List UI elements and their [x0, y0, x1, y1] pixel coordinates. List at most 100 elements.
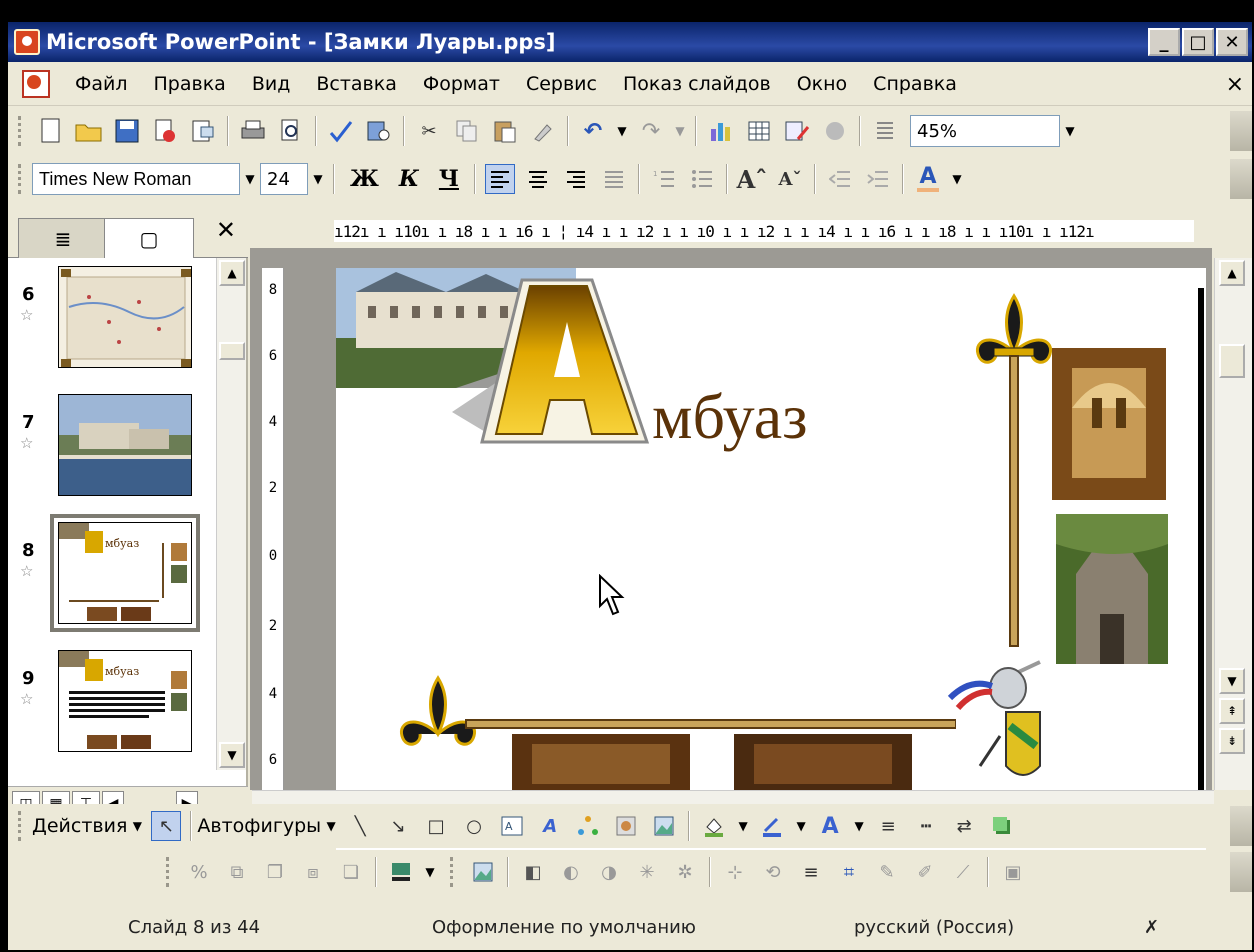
dash-style-icon[interactable]: ┅ [911, 811, 941, 841]
increase-indent-icon[interactable] [863, 164, 893, 194]
tab-outline[interactable]: ≣ [18, 218, 108, 258]
show-formatting-icon[interactable] [870, 116, 900, 146]
slide-thumbnail-item[interactable]: 6 ☆ [8, 266, 212, 386]
scroll-thumb[interactable] [219, 342, 245, 360]
zoom-select[interactable]: 45% [910, 115, 1060, 147]
recolor-icon[interactable]: % [184, 857, 214, 887]
pane-close-button[interactable]: ✕ [216, 216, 236, 244]
menu-window[interactable]: Окно [784, 73, 860, 95]
arrow-icon[interactable]: ↘ [383, 811, 413, 841]
zoom-dropdown-icon[interactable]: ▼ [1060, 124, 1080, 138]
actions-menu[interactable]: Действия [32, 815, 127, 837]
font-color-dropdown-icon[interactable]: ▼ [947, 172, 967, 186]
fill-color-icon[interactable] [699, 811, 729, 841]
wordart-icon[interactable]: A [535, 811, 565, 841]
scroll-down-icon[interactable]: ▼ [219, 742, 245, 768]
menu-file[interactable]: Файл [62, 73, 141, 95]
font-name-select[interactable]: Times New Roman [32, 163, 240, 195]
print-icon[interactable] [238, 116, 268, 146]
scroll-up-icon[interactable]: ▲ [219, 260, 245, 286]
underline-button[interactable]: Ч [429, 166, 469, 192]
insert-chart-icon[interactable] [706, 116, 736, 146]
toolbar-grip[interactable] [18, 116, 24, 146]
autoshapes-menu[interactable]: Автофигуры [197, 815, 321, 837]
toolbar-grip[interactable] [18, 811, 24, 841]
close-button[interactable]: ✕ [1216, 28, 1248, 56]
vertical-ruler[interactable]: 8 6 4 2 0 2 4 6 [262, 268, 284, 790]
permission-icon[interactable] [150, 116, 180, 146]
save-icon[interactable] [112, 116, 142, 146]
print-preview-icon[interactable] [276, 116, 306, 146]
drawing-font-color-icon[interactable]: A [815, 811, 845, 841]
recolor-picture-icon[interactable]: ✎ [872, 857, 902, 887]
decrease-indent-icon[interactable] [825, 164, 855, 194]
tab-slides[interactable]: ▢ [104, 218, 194, 258]
set-transparent-color-icon[interactable]: ⟋ [948, 857, 978, 887]
italic-button[interactable]: К [389, 166, 429, 192]
menu-insert[interactable]: Вставка [303, 73, 410, 95]
slide-thumbnail-item[interactable]: 9 ☆ мбуаз [8, 650, 212, 770]
less-brightness-icon[interactable]: ✲ [670, 857, 700, 887]
shadow-style-icon[interactable] [987, 811, 1017, 841]
drawing-font-color-dropdown-icon[interactable]: ▼ [849, 819, 869, 833]
maximize-button[interactable]: □ [1182, 28, 1214, 56]
align-center-icon[interactable] [523, 164, 553, 194]
slide-thumbnail-item[interactable]: 7 ☆ [8, 394, 212, 514]
more-contrast-icon[interactable]: ◐ [556, 857, 586, 887]
clip-art-icon[interactable] [611, 811, 641, 841]
arrow-style-icon[interactable]: ⇄ [949, 811, 979, 841]
toolbar-options-icon[interactable] [1230, 806, 1252, 846]
slide-thumbnail-map[interactable] [58, 266, 192, 368]
more-brightness-icon[interactable]: ✳ [632, 857, 662, 887]
insert-picture-icon[interactable] [649, 811, 679, 841]
title-bar[interactable]: Microsoft PowerPoint - [Замки Луары.pps]… [8, 22, 1252, 62]
crop-icon[interactable]: ⊹ [720, 857, 750, 887]
toolbar-options-icon[interactable] [1230, 111, 1252, 151]
line-color-icon[interactable] [757, 811, 787, 841]
font-name-dropdown-icon[interactable]: ▼ [240, 172, 260, 186]
menu-help[interactable]: Справка [860, 73, 970, 95]
autoshapes-dropdown-icon[interactable]: ▼ [321, 819, 341, 833]
slide-thumbnail-amboise-text[interactable]: мбуаз [58, 650, 192, 752]
scroll-down-icon[interactable]: ▼ [1219, 668, 1245, 694]
menu-slideshow[interactable]: Показ слайдов [610, 73, 784, 95]
compress-pictures-icon[interactable]: ⌗ [834, 857, 864, 887]
select-objects-icon[interactable]: ↖ [151, 811, 182, 841]
slide-thumbnail-amboise[interactable]: мбуаз [50, 514, 200, 632]
insert-table-icon[interactable] [744, 116, 774, 146]
justify-icon[interactable] [599, 164, 629, 194]
oval-icon[interactable]: ○ [459, 811, 489, 841]
rotate-icon[interactable]: ⟲ [758, 857, 788, 887]
research-icon[interactable] [364, 116, 394, 146]
reset-picture-icon[interactable]: ▣ [998, 857, 1028, 887]
numbering-icon[interactable]: 1 [649, 164, 679, 194]
bullets-icon[interactable] [687, 164, 717, 194]
align-right-icon[interactable] [561, 164, 591, 194]
scroll-up-icon[interactable]: ▲ [1219, 260, 1245, 286]
redo-dropdown-icon[interactable]: ▼ [670, 124, 690, 138]
align-left-icon[interactable] [484, 164, 515, 194]
tables-borders-icon[interactable] [782, 116, 812, 146]
spelling-icon[interactable] [326, 116, 356, 146]
diagram-icon[interactable] [573, 811, 603, 841]
text-box-icon[interactable]: A [497, 811, 527, 841]
line-icon[interactable]: ╲ [345, 811, 375, 841]
picture-line-style-icon[interactable]: ≡ [796, 857, 826, 887]
order-icon[interactable]: ⧈ [298, 857, 328, 887]
line-color-dropdown-icon[interactable]: ▼ [791, 819, 811, 833]
minimize-button[interactable]: _ [1148, 28, 1180, 56]
menu-tools[interactable]: Сервис [513, 73, 610, 95]
insert-diagram-icon[interactable] [820, 116, 850, 146]
menu-edit[interactable]: Правка [141, 73, 239, 95]
slide-canvas[interactable]: мбуаз [336, 268, 1206, 868]
toolbar-grip[interactable] [166, 857, 172, 887]
slide-title[interactable]: мбуаз [652, 380, 807, 454]
font-size-dropdown-icon[interactable]: ▼ [308, 172, 328, 186]
cut-icon[interactable]: ✂ [414, 116, 444, 146]
font-color-icon[interactable]: A [913, 164, 943, 194]
horizontal-ruler[interactable]: ı12ı ı ı10ı ı ı8 ı ı ı6 ı ¦ ı4 ı ı ı2 ı … [334, 220, 1194, 242]
decrease-font-size-icon[interactable]: Aˇ [775, 164, 805, 194]
fill-shade-dropdown-icon[interactable]: ▼ [420, 865, 440, 879]
format-painter-icon[interactable] [528, 116, 558, 146]
toolbar-options-icon[interactable] [1230, 852, 1252, 892]
